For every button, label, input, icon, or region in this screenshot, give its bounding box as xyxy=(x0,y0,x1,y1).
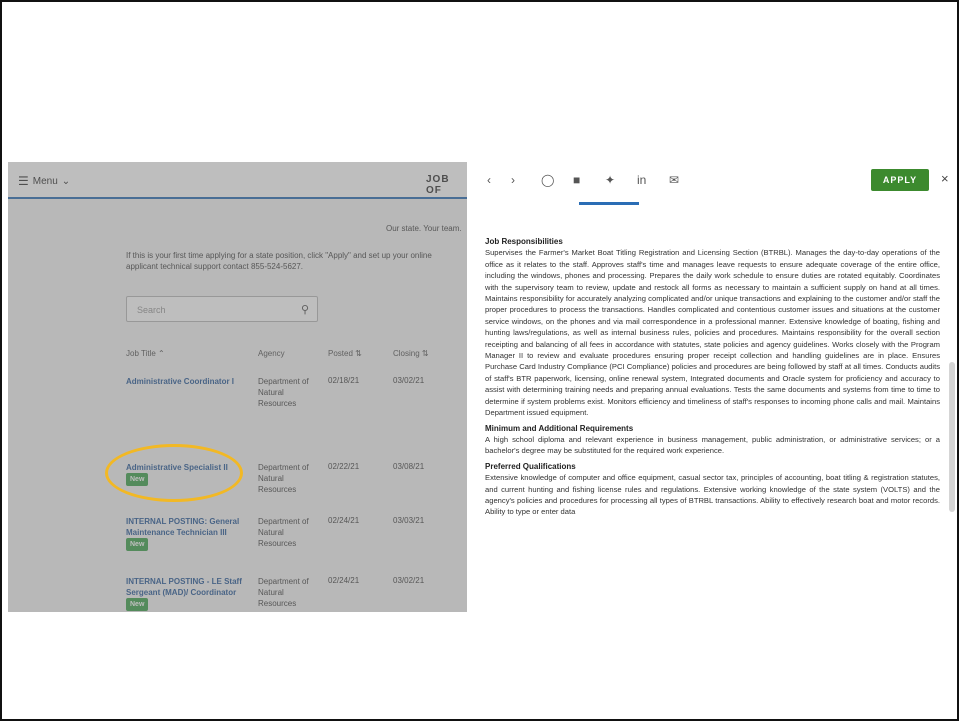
browser-viewport: ☰ Menu ⌄ JOB OF Our state. Your team. If… xyxy=(8,162,957,612)
scrollbar[interactable] xyxy=(949,362,955,512)
job-listing-page: ☰ Menu ⌄ JOB OF Our state. Your team. If… xyxy=(8,162,467,612)
apply-button[interactable]: APPLY xyxy=(871,169,929,191)
section-heading: Minimum and Additional Requirements xyxy=(485,423,634,433)
job-description: Job Responsibilities Supervises the Farm… xyxy=(485,236,940,522)
facebook-icon[interactable]: ■ xyxy=(573,173,580,187)
section-body: Supervises the Farmer's Market Boat Titl… xyxy=(485,248,940,418)
close-icon[interactable]: × xyxy=(941,171,949,186)
detail-toolbar: ‹ › ◯ ■ ✦ in ✉ APPLY × xyxy=(467,162,957,199)
email-icon[interactable]: ✉ xyxy=(669,173,679,187)
section-heading: Preferred Qualifications xyxy=(485,461,576,471)
twitter-icon[interactable]: ✦ xyxy=(605,173,615,187)
highlight-circle-annotation xyxy=(105,444,243,502)
chevron-left-icon[interactable]: ‹ xyxy=(487,173,491,187)
section-body: A high school diploma and relevant exper… xyxy=(485,434,940,456)
screenshot-frame: ☰ Menu ⌄ JOB OF Our state. Your team. If… xyxy=(0,0,959,721)
chat-bubble-icon[interactable]: ◯ xyxy=(541,173,554,187)
active-tab-indicator xyxy=(579,202,639,205)
section-heading: Job Responsibilities xyxy=(485,237,563,246)
modal-overlay[interactable] xyxy=(8,162,467,612)
chevron-right-icon[interactable]: › xyxy=(511,173,515,187)
linkedin-icon[interactable]: in xyxy=(637,173,646,187)
section-body: Extensive knowledge of computer and offi… xyxy=(485,473,940,517)
job-detail-panel: ‹ › ◯ ■ ✦ in ✉ APPLY × Job Responsibilit… xyxy=(467,162,957,612)
